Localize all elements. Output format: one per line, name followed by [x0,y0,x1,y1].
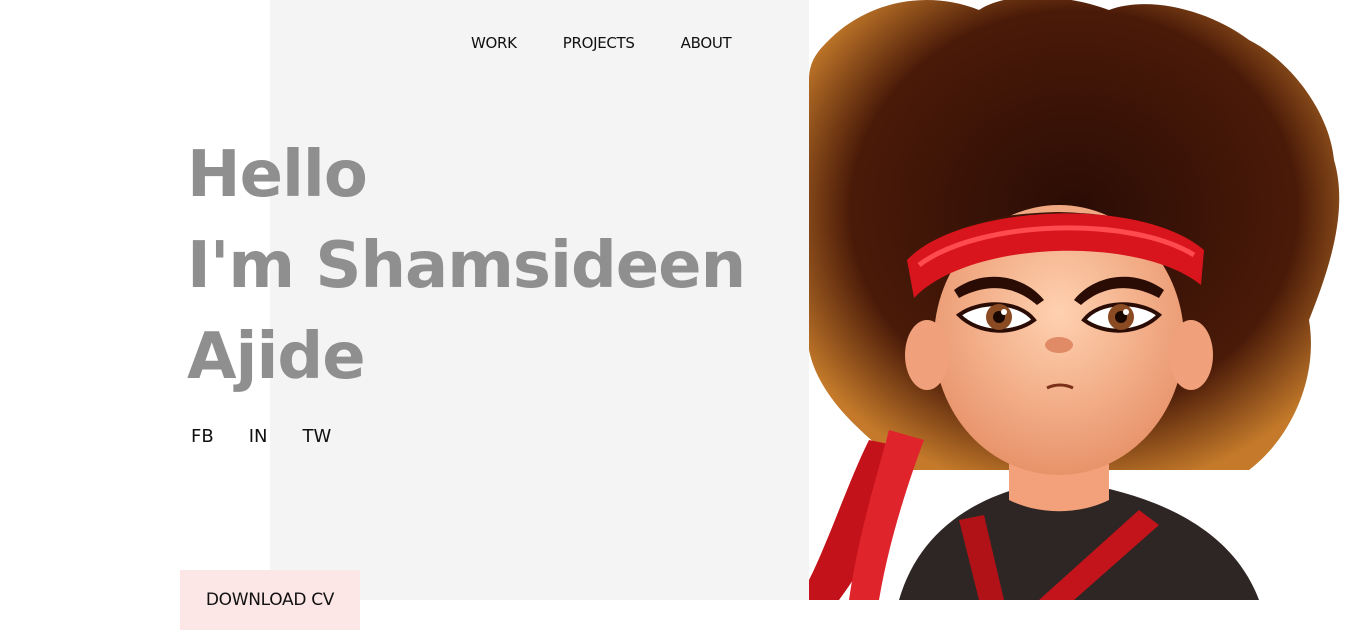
nav-link-about[interactable]: ABOUT [681,34,732,52]
social-link-facebook[interactable]: FB [191,426,214,447]
social-links: FB IN TW [191,426,331,447]
left-eye-shine [1001,309,1007,315]
cartoon-portrait-image [809,0,1340,600]
social-link-twitter[interactable]: TW [302,426,331,447]
main-navigation: WORK PROJECTS ABOUT [471,34,732,52]
headline-line-surname: Ajide [187,320,366,394]
right-ear [1169,320,1213,390]
right-eye-shine [1123,309,1129,315]
nav-link-projects[interactable]: PROJECTS [563,34,635,52]
nose-shape [1045,337,1073,353]
headline-line-name: I'm Shamsideen [187,229,746,303]
hero-headline: Hello I'm Shamsideen Ajide [187,130,746,403]
portfolio-page: WORK PROJECTS ABOUT Hello I'm Shamsideen… [0,0,1346,642]
headline-line-greeting: Hello [187,138,368,212]
download-cv-button[interactable]: DOWNLOAD CV [180,570,360,630]
left-ear [905,320,949,390]
avatar-illustration [809,0,1346,600]
nav-link-work[interactable]: WORK [471,34,517,52]
social-link-linkedin[interactable]: IN [249,426,268,447]
